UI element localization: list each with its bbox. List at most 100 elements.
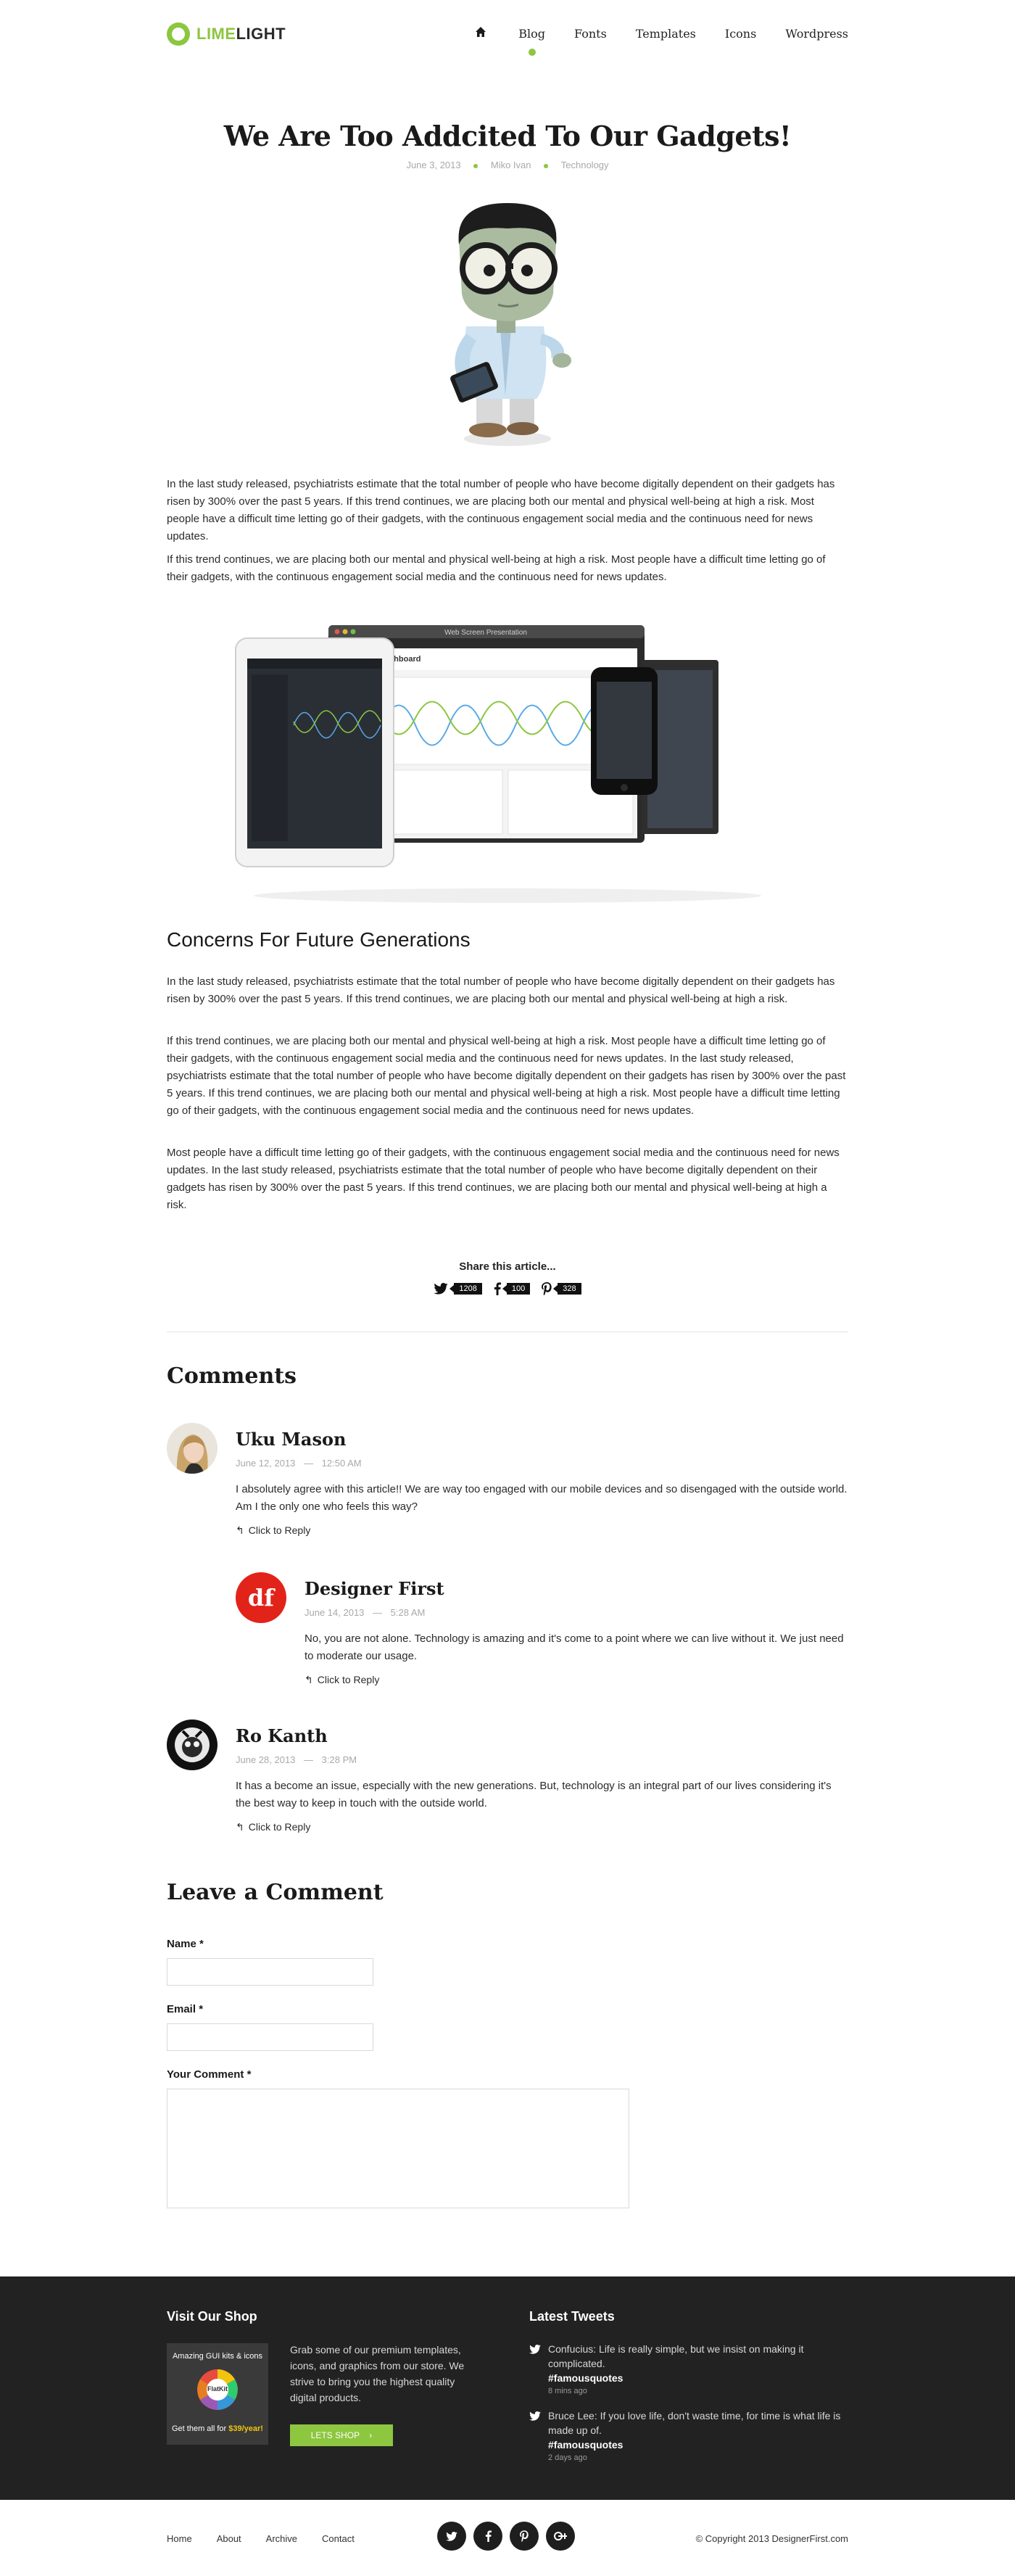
comment-label-text: Your Comment — [167, 2068, 244, 2081]
gadget-character-illustration — [450, 203, 571, 446]
reply-icon: ↰ — [236, 1821, 244, 1833]
footer-link-contact[interactable]: Contact — [322, 2533, 355, 2544]
comment-2-reply: df Designer First June 14, 2013 — 5:28 A… — [236, 1572, 848, 1696]
logo-text: LIMELIGHT — [196, 25, 286, 44]
avatar-photo-icon — [167, 1423, 218, 1474]
email-label: Email * — [167, 2003, 203, 2015]
required-mark: * — [246, 2068, 252, 2081]
comment-label: Your Comment * — [167, 2068, 251, 2081]
pinterest-share-count: 328 — [553, 1283, 581, 1295]
share-twitter[interactable]: 1208 — [434, 1283, 482, 1295]
nav-templates[interactable]: Templates — [636, 27, 696, 41]
nav-fonts[interactable]: Fonts — [574, 27, 607, 41]
tweet-body: Bruce Lee: If you love life, don't waste… — [548, 2410, 841, 2436]
promo-line-2-text: Get them all for — [172, 2424, 229, 2433]
social-google-plus[interactable] — [546, 2522, 575, 2551]
site-header: LIMELIGHT Blog Fonts Templates Icons Wor… — [0, 0, 1015, 73]
email-label-text: Email — [167, 2003, 196, 2015]
comment-date-time: 5:28 AM — [390, 1607, 426, 1618]
reply-button[interactable]: ↰ Click to Reply — [304, 1674, 379, 1686]
tweet-hashtag[interactable]: #famousquotes — [548, 2371, 845, 2385]
comment-text: No, you are not alone. Technology is ama… — [304, 1632, 844, 1662]
shop-description: Grab some of our premium templates, icon… — [290, 2344, 465, 2403]
footer: Visit Our Shop Amazing GUI kits & icons … — [0, 2276, 1015, 2500]
comment-text: It has a become an issue, especially wit… — [236, 1780, 832, 1809]
reply-button[interactable]: ↰ Click to Reply — [236, 1821, 310, 1833]
pinterest-icon — [520, 2530, 529, 2542]
tweet-hashtag[interactable]: #famousquotes — [548, 2437, 845, 2452]
social-icons — [437, 2522, 582, 2551]
reply-label: Click to Reply — [248, 1524, 311, 1536]
tweet-body: Confucius: Life is really simple, but we… — [548, 2343, 804, 2369]
date-separator: — — [304, 1754, 314, 1765]
main-nav: Blog Fonts Templates Icons Wordpress — [475, 26, 848, 56]
article-author[interactable]: Miko Ivan — [491, 160, 531, 170]
article-meta: June 3, 2013 Miko Ivan Technology — [167, 160, 848, 170]
logo-text-light: LIGHT — [236, 25, 286, 43]
lets-shop-button[interactable]: LETS SHOP › — [290, 2424, 393, 2446]
home-icon — [476, 27, 486, 37]
nav-wordpress[interactable]: Wordpress — [785, 27, 848, 41]
reply-button[interactable]: ↰ Click to Reply — [236, 1524, 310, 1537]
comment-date-day: June 14, 2013 — [304, 1607, 365, 1618]
tweets-title: Latest Tweets — [529, 2309, 615, 2324]
site-logo[interactable]: LIMELIGHT — [167, 22, 286, 46]
tweet-1: Confucius: Life is really simple, but we… — [529, 2342, 848, 2395]
designer-first-logo: df — [247, 1584, 275, 1611]
facebook-icon — [494, 1282, 501, 1295]
footer-link-home[interactable]: Home — [167, 2533, 192, 2544]
article-paragraph-5: Most people have a difficult time lettin… — [167, 1147, 840, 1211]
section-heading: Concerns For Future Generations — [167, 928, 471, 951]
facebook-share-count: 100 — [502, 1283, 531, 1295]
share-buttons: 1208 100 328 — [420, 1282, 594, 1295]
tweet-text: Confucius: Life is really simple, but we… — [548, 2342, 845, 2385]
comment-date: June 28, 2013 — 3:28 PM — [236, 1754, 357, 1765]
email-input[interactable] — [167, 2023, 373, 2051]
footer-link-archive[interactable]: Archive — [266, 2533, 297, 2544]
tweet-time: 8 mins ago — [548, 2387, 587, 2395]
reply-label: Click to Reply — [248, 1821, 311, 1833]
devices-mockup-image: Web Screen Presentation Dashboard — [235, 625, 761, 903]
article-paragraph-1: In the last study released, psychiatrist… — [167, 478, 835, 542]
article-paragraph-2: If this trend continues, we are placing … — [167, 553, 826, 583]
copyright: © Copyright 2013 DesignerFirst.com — [695, 2533, 848, 2544]
promo-price: $39/year! — [228, 2424, 263, 2433]
comments-title: Comments — [167, 1363, 297, 1389]
social-twitter[interactable] — [437, 2522, 466, 2551]
required-mark: * — [199, 1938, 204, 1950]
google-plus-icon — [554, 2532, 567, 2540]
share-pinterest[interactable]: 328 — [542, 1282, 581, 1295]
share-title: Share this article... — [459, 1260, 556, 1273]
logo-text-lime: LIME — [196, 25, 236, 43]
nav-blog[interactable]: Blog — [518, 27, 545, 56]
pinterest-icon — [542, 1282, 552, 1295]
twitter-icon — [529, 2345, 541, 2354]
comment-date-time: 12:50 AM — [321, 1458, 362, 1469]
name-input[interactable] — [167, 1958, 373, 1986]
reply-icon: ↰ — [304, 1674, 313, 1685]
social-pinterest[interactable] — [510, 2522, 539, 2551]
meta-dot — [544, 163, 549, 168]
twitter-icon — [434, 1283, 448, 1295]
article-category[interactable]: Technology — [561, 160, 609, 170]
comment-date-day: June 28, 2013 — [236, 1754, 296, 1765]
footer-link-about[interactable]: About — [217, 2533, 241, 2544]
nav-icons[interactable]: Icons — [725, 27, 756, 41]
tweet-time: 2 days ago — [548, 2453, 587, 2462]
twitter-share-count: 1208 — [450, 1283, 482, 1295]
avatar: df — [236, 1572, 286, 1623]
social-facebook[interactable] — [473, 2522, 502, 2551]
shop-title: Visit Our Shop — [167, 2309, 257, 2324]
promo-brand: FlatKit — [207, 2385, 228, 2393]
article-paragraph-3: In the last study released, psychiatrist… — [167, 975, 835, 1005]
comment-date: June 12, 2013 — 12:50 AM — [236, 1458, 362, 1469]
share-facebook[interactable]: 100 — [494, 1282, 531, 1295]
promo-line-2: Get them all for $39/year! — [167, 2424, 268, 2433]
date-separator: — — [304, 1458, 314, 1469]
nav-home[interactable] — [475, 26, 489, 41]
twitter-icon — [529, 2411, 541, 2421]
comment-textarea[interactable] — [167, 2089, 629, 2208]
comment-text: I absolutely agree with this article!! W… — [236, 1483, 848, 1513]
article-paragraph-4: If this trend continues, we are placing … — [167, 1035, 846, 1117]
shop-promo-image[interactable]: Amazing GUI kits & icons FlatKit Get the… — [167, 2343, 268, 2445]
